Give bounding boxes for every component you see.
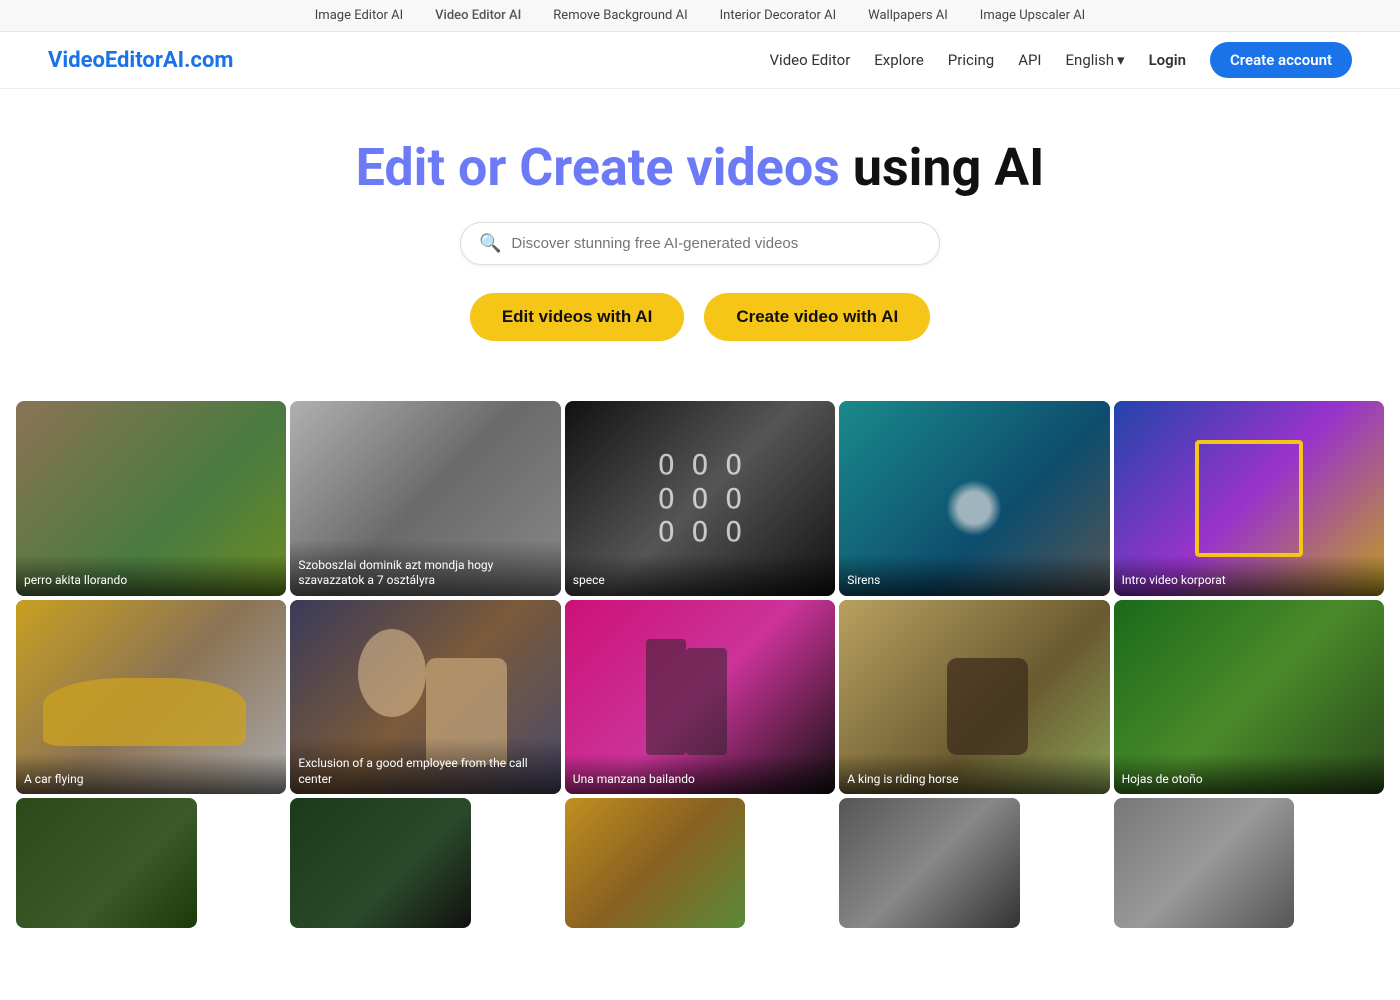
video-card[interactable] — [1114, 798, 1295, 928]
nav-explore[interactable]: Explore — [874, 51, 924, 69]
video-card[interactable] — [290, 798, 471, 928]
top-bar: Image Editor AI Video Editor AI Remove B… — [0, 0, 1400, 32]
video-label: Intro video korporat — [1114, 555, 1384, 596]
topbar-item-remove-bg[interactable]: Remove Background AI — [553, 8, 687, 23]
topbar-item-interior[interactable]: Interior Decorator AI — [720, 8, 837, 23]
chevron-down-icon: ▾ — [1117, 51, 1125, 69]
search-input[interactable] — [511, 235, 921, 252]
topbar-item-image-editor[interactable]: Image Editor AI — [315, 8, 403, 23]
video-card[interactable] — [16, 798, 197, 928]
cta-buttons: Edit videos with AI Create video with AI — [20, 293, 1380, 341]
video-card[interactable]: Exclusion of a good employee from the ca… — [290, 600, 560, 795]
video-label: perro akita llorando — [16, 555, 286, 596]
create-video-button[interactable]: Create video with AI — [704, 293, 930, 341]
search-icon: 🔍 — [479, 233, 501, 254]
nav-links: Video Editor Explore Pricing API English… — [770, 42, 1353, 78]
search-bar[interactable]: 🔍 — [460, 222, 940, 265]
video-grid: perro akita llorando Szoboszlai dominik … — [0, 373, 1400, 928]
edit-videos-button[interactable]: Edit videos with AI — [470, 293, 685, 341]
nav-video-editor[interactable]: Video Editor — [770, 51, 851, 69]
hero-title-plain: using AI — [853, 137, 1045, 198]
video-label: spece — [565, 555, 835, 596]
hero-title: Edit or Create videos using AI — [20, 137, 1380, 198]
video-card[interactable]: A car flying — [16, 600, 286, 795]
video-card[interactable]: Hojas de otoño — [1114, 600, 1384, 795]
topbar-item-wallpapers[interactable]: Wallpapers AI — [868, 8, 948, 23]
create-account-button[interactable]: Create account — [1210, 42, 1352, 78]
video-card[interactable]: Una manzana bailando — [565, 600, 835, 795]
video-label: A car flying — [16, 754, 286, 795]
video-label: Exclusion of a good employee from the ca… — [290, 738, 560, 794]
video-card[interactable]: A king is riding horse — [839, 600, 1109, 795]
video-card[interactable]: O O O O O O O O O spece — [565, 401, 835, 596]
video-card[interactable] — [839, 798, 1020, 928]
nav-api[interactable]: API — [1018, 51, 1041, 69]
hero-section: Edit or Create videos using AI 🔍 Edit vi… — [0, 89, 1400, 373]
login-button[interactable]: Login — [1149, 51, 1186, 69]
video-card[interactable]: Szoboszlai dominik azt mondja hogy szava… — [290, 401, 560, 596]
video-label: Szoboszlai dominik azt mondja hogy szava… — [290, 540, 560, 596]
video-label: Sirens — [839, 555, 1109, 596]
video-card[interactable]: Intro video korporat — [1114, 401, 1384, 596]
topbar-item-video-editor[interactable]: Video Editor AI — [435, 8, 521, 23]
main-nav: VideoEditorAI.com Video Editor Explore P… — [0, 32, 1400, 89]
video-label: Hojas de otoño — [1114, 754, 1384, 795]
site-logo[interactable]: VideoEditorAI.com — [48, 48, 233, 73]
topbar-item-upscaler[interactable]: Image Upscaler AI — [980, 8, 1085, 23]
language-selector[interactable]: English ▾ — [1066, 51, 1125, 69]
video-card[interactable] — [565, 798, 746, 928]
video-card[interactable]: perro akita llorando — [16, 401, 286, 596]
nav-pricing[interactable]: Pricing — [948, 51, 994, 69]
video-card[interactable]: Sirens — [839, 401, 1109, 596]
language-label: English — [1066, 51, 1115, 69]
video-label: A king is riding horse — [839, 754, 1109, 795]
hero-title-colored: Edit or Create videos — [356, 137, 840, 198]
video-label: Una manzana bailando — [565, 754, 835, 795]
